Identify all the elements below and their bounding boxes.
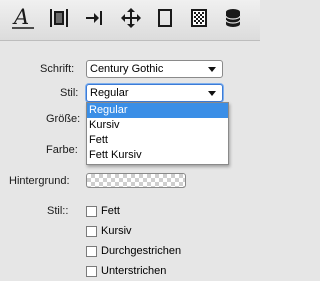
size-label: Größe: bbox=[46, 113, 81, 125]
font-label: Schrift: bbox=[40, 63, 75, 75]
style-dropdown-list: Regular Kursiv Fett Fett Kursiv bbox=[86, 102, 229, 165]
background-label: Hintergrund: bbox=[9, 175, 70, 187]
toolbar: A bbox=[0, 0, 260, 41]
chevron-down-icon bbox=[208, 67, 216, 72]
dropdown-option-fett[interactable]: Fett bbox=[87, 133, 228, 148]
align-button[interactable] bbox=[44, 3, 74, 33]
toolbar-separator bbox=[0, 41, 260, 57]
underline-checkbox[interactable] bbox=[86, 266, 97, 277]
database-icon bbox=[225, 9, 241, 27]
text-style-button[interactable]: A bbox=[8, 3, 38, 33]
style-label: Stil: bbox=[60, 87, 79, 99]
svg-text:A: A bbox=[12, 5, 29, 29]
move-button[interactable] bbox=[116, 3, 146, 33]
rectangle-icon bbox=[158, 9, 172, 27]
dropdown-option-fett-kursiv[interactable]: Fett Kursiv bbox=[87, 148, 228, 163]
italic-checkbox-label: Kursiv bbox=[101, 225, 132, 237]
rectangle-button[interactable] bbox=[150, 3, 180, 33]
strikethrough-checkbox-label: Durchgestrichen bbox=[101, 245, 182, 257]
color-label: Farbe: bbox=[46, 144, 78, 156]
text-style-icon: A bbox=[12, 5, 34, 29]
style-options-label: Stil:: bbox=[47, 205, 69, 217]
bold-checkbox-label: Fett bbox=[101, 205, 120, 217]
style-select[interactable]: Regular bbox=[86, 84, 223, 102]
bold-checkbox[interactable] bbox=[86, 206, 97, 217]
strikethrough-checkbox[interactable] bbox=[86, 246, 97, 257]
font-select-value: Century Gothic bbox=[90, 63, 164, 75]
style-select-value: Regular bbox=[90, 87, 129, 99]
underline-checkbox-label: Unterstrichen bbox=[101, 265, 167, 277]
indent-button[interactable] bbox=[80, 3, 110, 33]
database-button[interactable] bbox=[218, 3, 248, 33]
chevron-down-icon bbox=[208, 91, 216, 96]
font-select[interactable]: Century Gothic bbox=[86, 60, 223, 78]
move-icon bbox=[121, 8, 141, 28]
background-color-swatch[interactable] bbox=[86, 173, 186, 188]
pattern-icon bbox=[191, 9, 207, 27]
indent-arrow-icon bbox=[86, 11, 102, 25]
pattern-button[interactable] bbox=[184, 3, 214, 33]
dropdown-option-kursiv[interactable]: Kursiv bbox=[87, 118, 228, 133]
align-icon bbox=[50, 9, 68, 27]
dropdown-option-regular[interactable]: Regular bbox=[87, 103, 228, 118]
italic-checkbox[interactable] bbox=[86, 226, 97, 237]
